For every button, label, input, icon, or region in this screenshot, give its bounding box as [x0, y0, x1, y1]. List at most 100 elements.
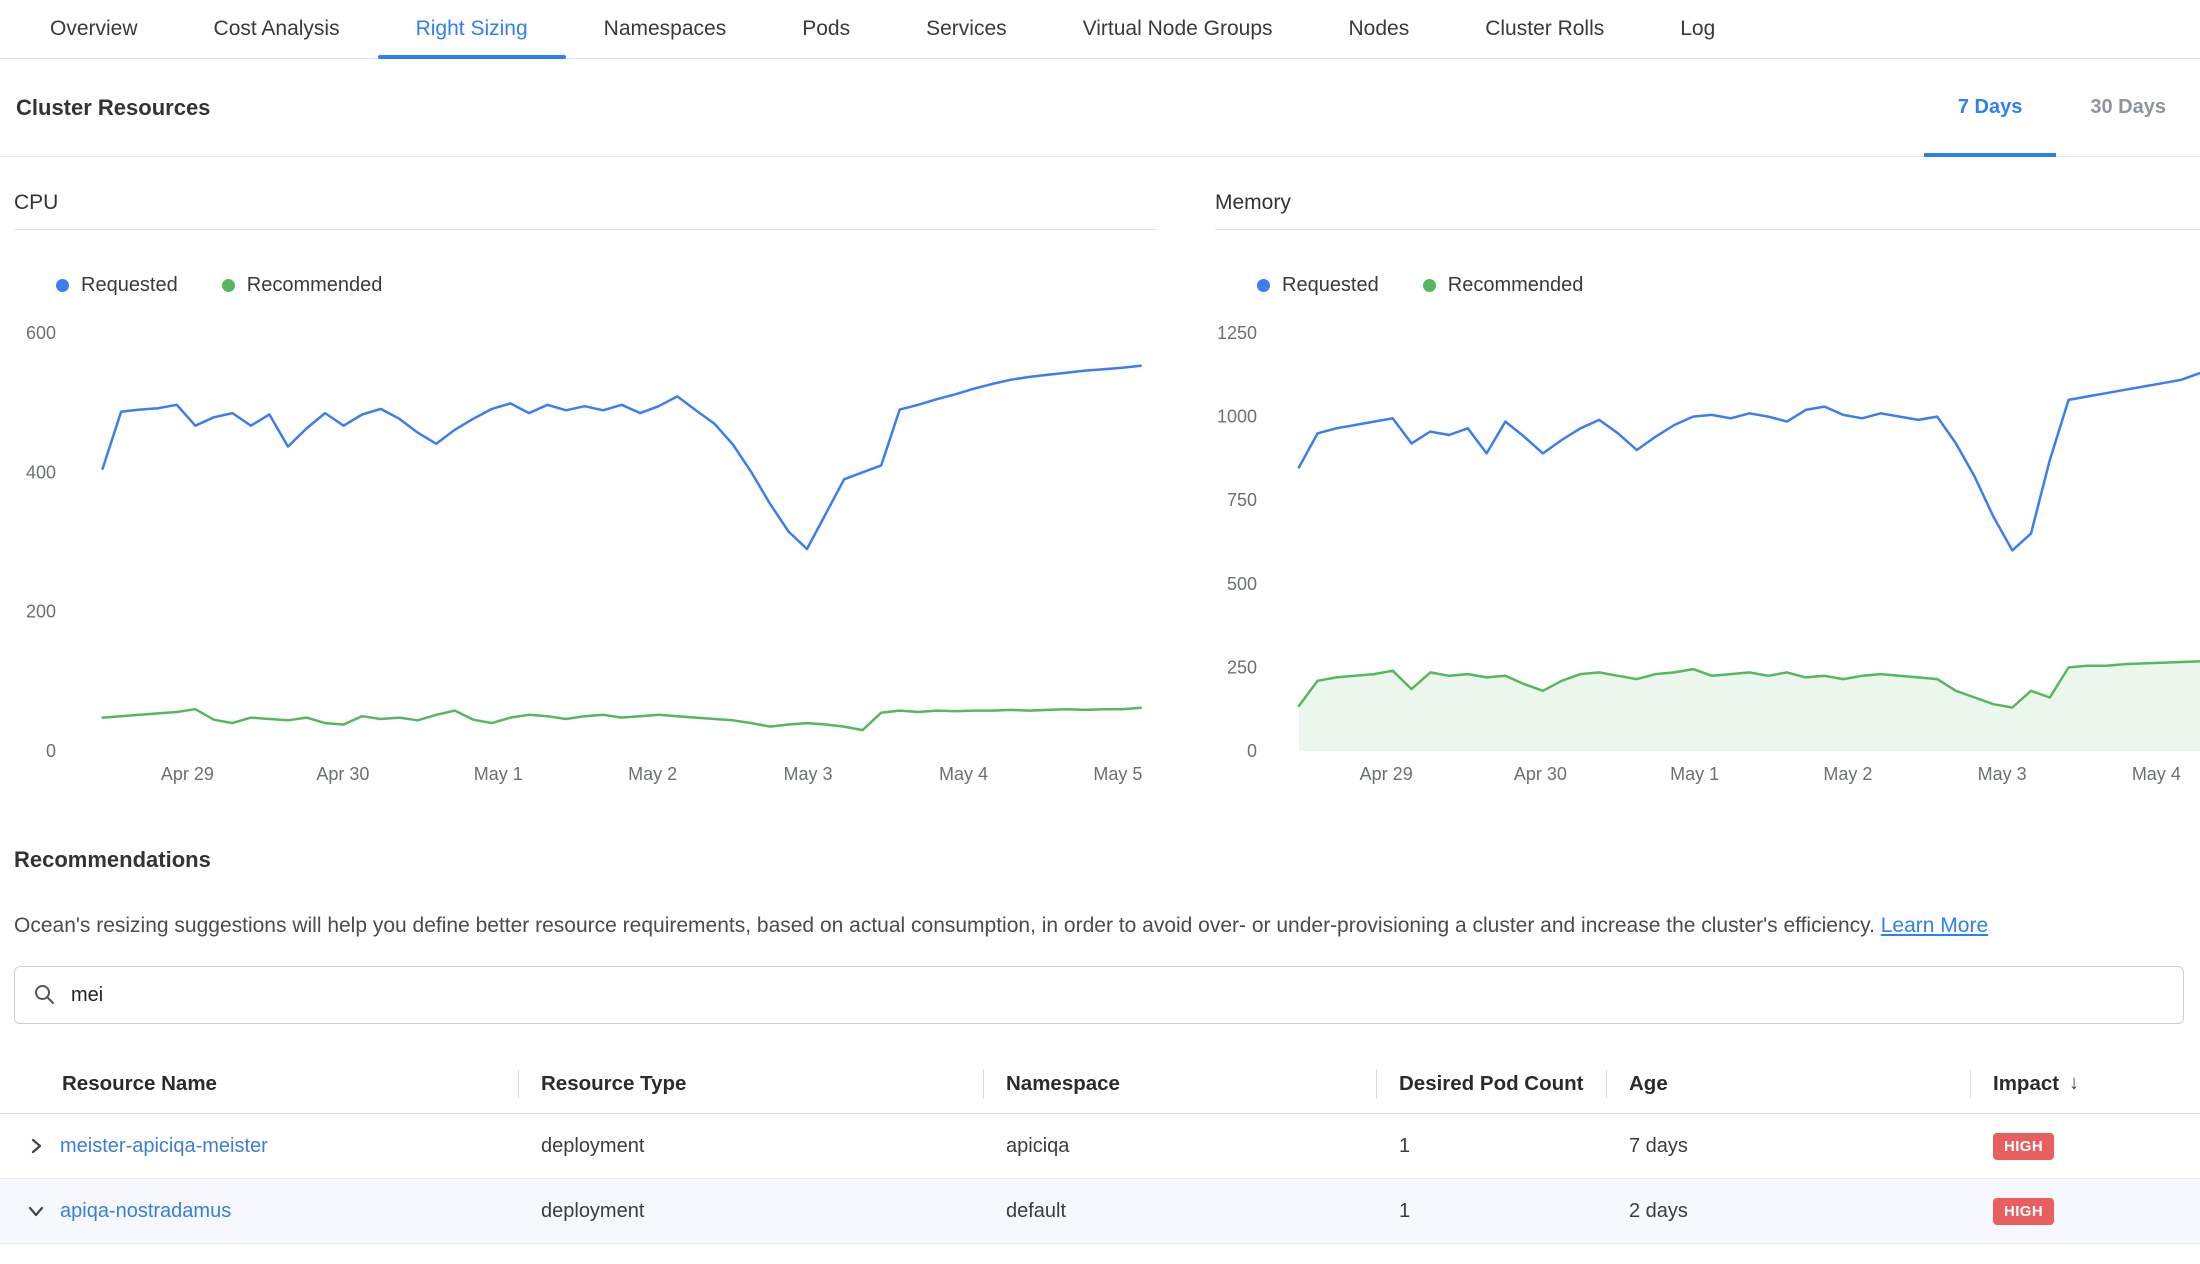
svg-text:May 4: May 4: [939, 764, 988, 784]
svg-text:Apr 30: Apr 30: [1514, 764, 1567, 784]
svg-text:Apr 29: Apr 29: [1360, 764, 1413, 784]
legend-item-requested[interactable]: Requested: [1257, 274, 1379, 297]
search-input[interactable]: [71, 984, 2165, 1007]
legend-label: Recommended: [247, 274, 383, 297]
cpu-chart-title: CPU: [14, 157, 1157, 230]
learn-more-link[interactable]: Learn More: [1881, 914, 1988, 937]
recommendations-table: Resource Name Resource Type Namespace Desir…: [0, 1054, 2200, 1244]
legend-dot-recommended: [1423, 279, 1436, 292]
svg-text:500: 500: [1227, 574, 1257, 594]
memory-chart-legend: Requested Recommended: [1215, 274, 2200, 297]
memory-chart-plot: 025050075010001250Apr 29Apr 30May 1May 2…: [1215, 319, 2200, 793]
svg-text:250: 250: [1227, 657, 1257, 677]
search-box[interactable]: [14, 966, 2184, 1024]
legend-label: Recommended: [1448, 274, 1584, 297]
svg-text:0: 0: [46, 741, 56, 761]
legend-dot-requested: [1257, 279, 1270, 292]
desired-pod-count-cell: 1: [1376, 1135, 1606, 1158]
legend-dot-recommended: [222, 279, 235, 292]
svg-text:May 1: May 1: [1670, 764, 1719, 784]
resource-name-link[interactable]: apiqa-nostradamus: [60, 1200, 231, 1223]
range-tab-30-days[interactable]: 30 Days: [2056, 59, 2200, 156]
search-icon: [33, 983, 57, 1007]
resource-name-cell: meister-apiciqa-meister: [0, 1135, 518, 1158]
legend-label: Requested: [81, 274, 178, 297]
legend-label: Requested: [1282, 274, 1379, 297]
range-tab-7-days[interactable]: 7 Days: [1924, 59, 2057, 156]
svg-text:May 4: May 4: [2132, 764, 2181, 784]
recommendations-description-text: Ocean's resizing suggestions will help y…: [14, 914, 1875, 937]
table-row: apiqa-nostradamus deploymentdefault12 day…: [0, 1179, 2200, 1244]
impact-badge: HIGH: [1993, 1133, 2054, 1160]
tab-log[interactable]: Log: [1642, 0, 1753, 58]
svg-text:May 2: May 2: [628, 764, 677, 784]
legend-dot-requested: [56, 279, 69, 292]
age-cell: 2 days: [1606, 1200, 1970, 1223]
svg-text:May 3: May 3: [1978, 764, 2027, 784]
main-tabs: OverviewCost AnalysisRight SizingNamespa…: [0, 0, 2200, 59]
section-title-recommendations: Recommendations: [14, 847, 2184, 873]
legend-item-requested[interactable]: Requested: [56, 274, 178, 297]
table-header: Resource Name Resource Type Namespace Desir…: [0, 1054, 2200, 1114]
svg-text:0: 0: [1247, 741, 1257, 761]
table-body: meister-apiciqa-meisterdeploymentapiciqa…: [0, 1114, 2200, 1244]
legend-item-recommended[interactable]: Recommended: [1423, 274, 1584, 297]
resource-type-cell: deployment: [518, 1200, 983, 1223]
age-cell: 7 days: [1606, 1135, 1970, 1158]
svg-text:May 2: May 2: [1823, 764, 1872, 784]
impact-cell: HIGH: [1970, 1133, 2200, 1160]
column-header-label: Namespace: [1006, 1072, 1120, 1096]
svg-text:Apr 29: Apr 29: [161, 764, 214, 784]
tab-nodes[interactable]: Nodes: [1311, 0, 1448, 58]
column-header-resource-type[interactable]: Resource Type: [518, 1054, 983, 1113]
column-header-label: Age: [1629, 1072, 1668, 1096]
namespace-cell: default: [983, 1200, 1376, 1223]
cpu-chart-legend: Requested Recommended: [14, 274, 1157, 297]
memory-chart: Memory RequestedRecommended 025050075010…: [1215, 157, 2200, 793]
cpu-chart: CPU RequestedRecommended 0200400600Apr 2…: [14, 157, 1157, 793]
svg-text:1000: 1000: [1217, 407, 1257, 427]
column-header-label: Resource Name: [62, 1072, 217, 1096]
expand-row-chevron-icon[interactable]: [26, 1136, 46, 1156]
column-header-namespace[interactable]: Namespace: [983, 1054, 1376, 1113]
tab-right-sizing[interactable]: Right Sizing: [378, 0, 566, 58]
legend-item-recommended[interactable]: Recommended: [222, 274, 383, 297]
tab-pods[interactable]: Pods: [764, 0, 888, 58]
tab-overview[interactable]: Overview: [12, 0, 176, 58]
recommendations-section: Recommendations Ocean's resizing suggest…: [0, 847, 2200, 1244]
section-title-cluster-resources: Cluster Resources: [16, 95, 210, 121]
column-header-label: Resource Type: [541, 1072, 686, 1096]
collapse-row-chevron-icon[interactable]: [26, 1201, 46, 1221]
impact-badge: HIGH: [1993, 1198, 2054, 1225]
svg-text:Apr 30: Apr 30: [316, 764, 369, 784]
column-header-impact[interactable]: Impact ↓: [1970, 1054, 2200, 1113]
charts-row: CPU RequestedRecommended 0200400600Apr 2…: [0, 157, 2200, 793]
cpu-chart-plot: 0200400600Apr 29Apr 30May 1May 2May 3May…: [14, 319, 1157, 793]
table-row: meister-apiciqa-meister deploymentapiciqa…: [0, 1114, 2200, 1179]
cluster-resources-header: Cluster Resources 7 Days30 Days: [0, 59, 2200, 157]
svg-text:May 3: May 3: [784, 764, 833, 784]
time-range-tabs: 7 Days30 Days: [1924, 59, 2200, 156]
tab-namespaces[interactable]: Namespaces: [566, 0, 765, 58]
tab-cost-analysis[interactable]: Cost Analysis: [176, 0, 378, 58]
svg-text:May 5: May 5: [1093, 764, 1142, 784]
column-header-age[interactable]: Age: [1606, 1054, 1970, 1113]
resource-name-link[interactable]: meister-apiciqa-meister: [60, 1135, 268, 1158]
memory-chart-title: Memory: [1215, 157, 2200, 230]
sort-descending-icon[interactable]: ↓: [2069, 1072, 2079, 1095]
resource-name-cell: apiqa-nostradamus: [0, 1200, 518, 1223]
column-header-resource-name[interactable]: Resource Name: [0, 1054, 518, 1113]
namespace-cell: apiciqa: [983, 1135, 1376, 1158]
impact-cell: HIGH: [1970, 1198, 2200, 1225]
svg-text:400: 400: [26, 462, 56, 482]
desired-pod-count-cell: 1: [1376, 1200, 1606, 1223]
tab-services[interactable]: Services: [888, 0, 1045, 58]
tab-cluster-rolls[interactable]: Cluster Rolls: [1447, 0, 1642, 58]
column-header-desired-pod-count[interactable]: Desired Pod Count: [1376, 1054, 1606, 1113]
tab-virtual-node-groups[interactable]: Virtual Node Groups: [1045, 0, 1311, 58]
column-header-label: Desired Pod Count: [1399, 1072, 1584, 1096]
column-header-label: Impact: [1993, 1072, 2059, 1096]
svg-text:May 1: May 1: [474, 764, 523, 784]
svg-text:1250: 1250: [1217, 323, 1257, 343]
resource-type-cell: deployment: [518, 1135, 983, 1158]
